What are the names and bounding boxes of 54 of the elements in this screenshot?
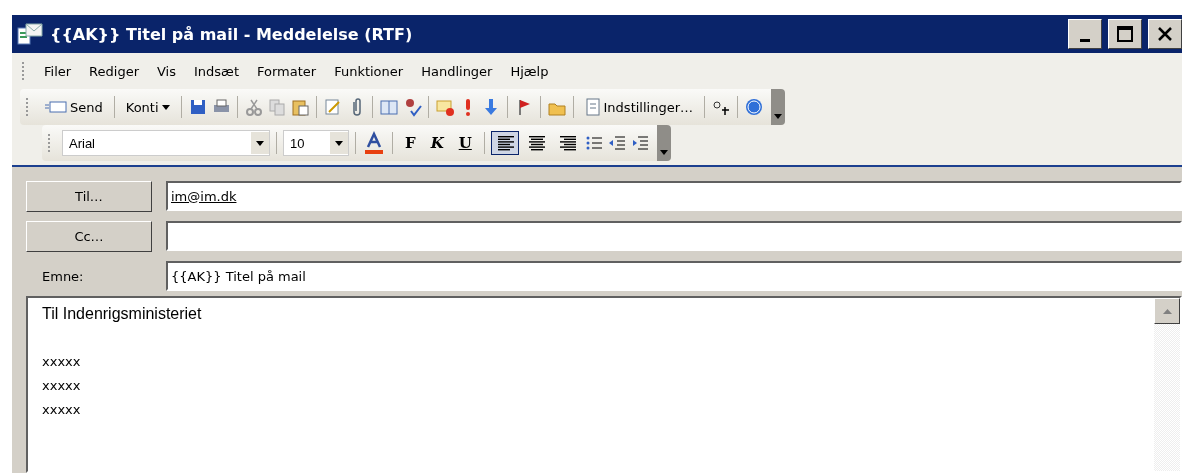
to-button[interactable]: Til… xyxy=(26,181,152,212)
body-text-line: xxxxx xyxy=(42,377,82,395)
align-icon xyxy=(557,135,576,151)
align-icon xyxy=(526,135,545,151)
menu-item[interactable]: Rediger xyxy=(82,61,146,81)
to-field[interactable]: im@im.dk xyxy=(166,181,1182,211)
caret-icon xyxy=(256,140,264,146)
vertical-scrollbar[interactable] xyxy=(1154,298,1180,471)
close-icon xyxy=(1157,26,1173,42)
font-size-dropdown[interactable]: 10 xyxy=(283,130,349,156)
menu-item[interactable]: Hjælp xyxy=(503,61,556,81)
underline-button[interactable]: U xyxy=(452,132,478,154)
greeting-text: Til Indenrigsministeriet xyxy=(42,304,203,324)
menu-item[interactable]: Vis xyxy=(150,61,183,81)
window-title: {{AK}} Titel på mail - Meddelelse (RTF) xyxy=(50,24,414,44)
document-icon xyxy=(584,97,601,117)
up-arrow-icon xyxy=(1162,308,1172,314)
subject-label: Emne: xyxy=(41,268,85,284)
cc-field[interactable] xyxy=(166,221,1182,251)
mail-message-icon xyxy=(16,20,44,48)
maximize-icon xyxy=(1117,26,1133,42)
caret-icon xyxy=(161,104,170,110)
menu-item[interactable]: Formater xyxy=(250,61,324,81)
italic-button[interactable]: K xyxy=(424,132,450,154)
send-button[interactable]: Send xyxy=(40,95,108,119)
menu-item[interactable]: Funktioner xyxy=(327,61,411,81)
menu-item[interactable]: Filer xyxy=(37,61,79,81)
body-text-line: xxxxx xyxy=(42,401,82,419)
align-icon xyxy=(495,135,514,151)
body-text-line: xxxxx xyxy=(42,353,82,371)
scroll-up-button[interactable] xyxy=(1154,298,1180,324)
recipient-link[interactable]: im@im.dk xyxy=(171,188,237,204)
menu-item[interactable]: Handlinger xyxy=(414,61,500,81)
toolbar-overflow-button[interactable] xyxy=(656,125,671,161)
bold-button[interactable]: F xyxy=(399,132,422,154)
accounts-button[interactable]: Konti xyxy=(120,95,175,119)
font-color-icon[interactable] xyxy=(362,131,386,155)
minimize-icon xyxy=(1080,39,1090,42)
message-body[interactable]: Til Indenrigsministeriet xxxxx xxxxx xxxxx xyxy=(26,296,1182,473)
minimize-button[interactable] xyxy=(1068,19,1102,49)
caret-icon xyxy=(659,150,668,155)
caret-icon xyxy=(335,140,343,146)
paste-icon[interactable] xyxy=(289,97,310,117)
maximize-button[interactable] xyxy=(1108,19,1142,49)
toolbar-overflow-button[interactable] xyxy=(771,89,785,125)
align-button[interactable] xyxy=(490,131,519,155)
options-button[interactable]: Indstillinger… xyxy=(579,93,698,121)
subject-field[interactable]: {{AK}} Titel på mail xyxy=(166,261,1182,291)
menu-item[interactable]: Indsæt xyxy=(187,61,246,81)
cut-icon[interactable] xyxy=(243,97,264,117)
caret-icon xyxy=(774,114,782,119)
close-button[interactable] xyxy=(1148,19,1182,49)
font-dropdown[interactable]: Arial xyxy=(62,130,270,156)
cc-button[interactable]: Cc… xyxy=(26,221,152,252)
